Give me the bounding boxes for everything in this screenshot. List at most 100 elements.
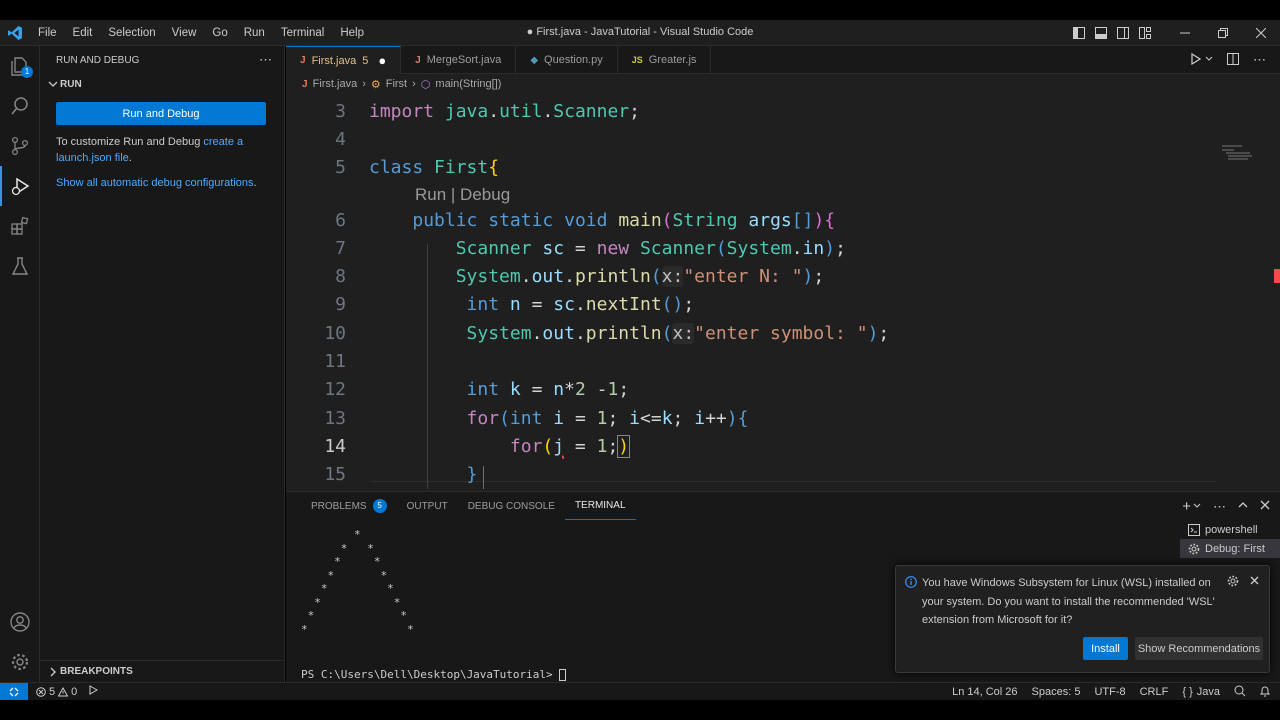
tab-label: First.java [311,54,357,67]
menu-selection[interactable]: Selection [100,27,163,39]
gear-icon[interactable] [1227,575,1239,590]
tab-terminal[interactable]: TERMINAL [564,492,636,520]
indentation[interactable]: Spaces: 5 [1032,686,1081,698]
code-line: System.out.println(x:"enter N: "); [455,266,825,287]
run-and-debug-button[interactable]: Run and Debug [56,102,266,125]
breakpoints-section-header[interactable]: BREAKPOINTS [40,660,284,682]
status-left: 5 0 [28,685,99,698]
customize-layout-icon[interactable] [1134,27,1156,39]
terminal-icon [1188,523,1200,536]
menu-file[interactable]: File [30,27,65,39]
close-icon[interactable] [1250,574,1259,588]
minimize-icon[interactable] [1166,28,1204,38]
notification-message: You have Windows Subsystem for Linux (WS… [922,577,1215,626]
java-file-icon: J [415,54,421,66]
source-control-icon[interactable] [0,126,40,166]
unsaved-dot-icon[interactable]: ● [378,53,386,68]
tab-question-py[interactable]: ◆ Question.py [516,46,618,74]
cursor-position[interactable]: Ln 14, Col 26 [952,686,1017,698]
tab-problems[interactable]: PROBLEMS 5 [301,492,397,520]
explorer-icon[interactable]: 1 [0,46,40,86]
warning-icon [58,686,69,696]
codelens-run-debug[interactable]: Run | Debug [415,185,510,205]
vscode-logo-icon [0,25,30,41]
manage-gear-icon[interactable] [0,642,40,682]
more-actions-icon[interactable]: ⋯ [1253,52,1266,68]
encoding[interactable]: UTF-8 [1094,686,1125,698]
code-line: int n = sc.nextInt(); [466,294,695,315]
tab-debug-console[interactable]: DEBUG CONSOLE [458,492,565,520]
tab-label: Greater.js [648,54,697,66]
line-number: 13 [324,408,346,429]
search-icon[interactable] [0,86,40,126]
toggle-sidebar-icon[interactable] [1068,27,1090,39]
problems-status[interactable]: 5 0 [36,686,77,698]
java-file-icon: J [300,55,306,66]
run-section-header[interactable]: RUN [40,74,284,94]
tab-label: MergeSort.java [426,54,502,66]
chevron-down-icon [48,81,58,87]
new-terminal-icon[interactable]: + [1182,498,1191,515]
problem-count: 5 [362,54,369,67]
install-button[interactable]: Install [1083,637,1128,660]
toggle-secondary-sidebar-icon[interactable] [1112,27,1134,39]
accounts-icon[interactable] [0,602,40,642]
menu-edit[interactable]: Edit [65,27,101,39]
bottom-letterbox [0,700,1280,720]
terminal-item-debug-first[interactable]: Debug: First [1180,539,1280,558]
tab-output[interactable]: OUTPUT [397,492,458,520]
chevron-down-icon[interactable] [1205,54,1213,66]
toggle-panel-icon[interactable] [1090,27,1112,39]
error-marker [1274,269,1280,283]
testing-icon[interactable] [0,246,40,286]
tab-mergesort-java[interactable]: J MergeSort.java [401,46,517,74]
breadcrumb-method[interactable]: main(String[]) [435,78,501,90]
notifications-bell-icon[interactable] [1259,685,1271,700]
menu-run[interactable]: Run [236,27,273,39]
breadcrumb-class[interactable]: First [386,78,407,90]
terminal-name: Debug: First [1205,542,1265,555]
split-editor-icon[interactable] [1227,52,1239,68]
tab-first-java[interactable]: J First.java 5 ● [286,46,402,74]
line-number: 3 [335,101,346,122]
code-editor[interactable]: 3 4 5 6 7 8 9 10 11 12 13 14 15 import j… [286,94,1280,508]
show-recommendations-button[interactable]: Show Recommendations [1135,637,1263,660]
close-window-icon[interactable] [1242,28,1280,38]
feedback-icon[interactable] [1234,685,1246,700]
run-section-label: RUN [60,78,82,90]
info-icon [905,576,917,591]
menu-terminal[interactable]: Terminal [273,27,332,39]
maximize-panel-icon[interactable] [1238,500,1248,513]
language-mode[interactable]: { } Java [1182,686,1220,698]
line-number: 5 [335,157,346,178]
tab-greater-js[interactable]: JS Greater.js [618,46,712,74]
remote-icon[interactable] [0,682,28,701]
debug-status-icon[interactable] [87,685,99,698]
run-debug-icon[interactable] [0,166,40,206]
java-file-icon: J [302,78,308,90]
breadcrumb-file[interactable]: First.java [313,78,358,90]
line-ending[interactable]: CRLF [1140,686,1169,698]
more-actions-icon[interactable]: ⋯ [259,52,272,68]
panel-actions: + ⋯ [1182,498,1270,515]
line-number: 8 [335,266,346,287]
minimap[interactable] [1222,144,1262,164]
menu-help[interactable]: Help [332,27,372,39]
more-actions-icon[interactable]: ⋯ [1213,499,1226,515]
close-panel-icon[interactable] [1260,500,1270,513]
menu-go[interactable]: Go [204,27,235,39]
class-icon: ⚙ [370,78,381,91]
tab-label: Question.py [544,54,603,66]
show-all-end: . [253,177,257,189]
problems-badge: 5 [372,499,387,513]
line-number: 12 [324,379,346,400]
chevron-down-icon[interactable] [1193,501,1201,513]
menu-view[interactable]: View [164,27,205,39]
terminal-prompt[interactable]: PS C:\Users\Dell\Desktop\JavaTutorial> [301,668,567,681]
maximize-icon[interactable] [1204,28,1242,38]
show-all-configurations-link[interactable]: Show all automatic debug configurations [56,177,254,189]
terminal-item-powershell[interactable]: powershell [1180,520,1280,539]
run-icon[interactable] [1191,52,1202,68]
code-line: int k = n*2 -1; [466,379,630,400]
extensions-icon[interactable] [0,206,40,246]
